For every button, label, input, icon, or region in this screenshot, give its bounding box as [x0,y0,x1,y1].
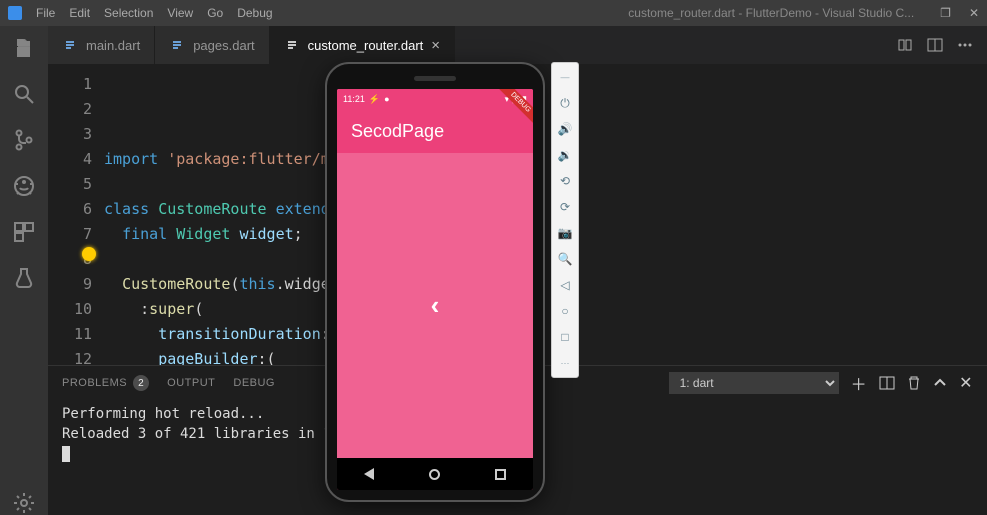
panel-tab-problems[interactable]: Problems 2 [62,375,149,391]
source-control-icon[interactable] [12,128,36,152]
emu-minimize-icon[interactable]: — [557,69,573,85]
line-number: 9 [48,272,92,297]
lightbulb-icon[interactable] [82,247,96,261]
dart-file-icon [62,37,78,53]
window-close-icon[interactable]: ✕ [969,6,979,20]
vscode-logo-icon [8,6,22,20]
terminal-selector[interactable]: 1: dart [669,372,839,394]
app-bar-title: SecodPage [351,121,444,142]
menu-edit[interactable]: Edit [69,6,90,20]
status-time: 11:21 [343,94,365,105]
emulator-screen[interactable]: DEBUG 11:21 ⚡ ● ▾ ◢ ▮ SecodPage ‹ [337,89,533,490]
emu-volume-down-icon[interactable]: 🔉 [557,147,573,163]
window-title: custome_router.dart - FlutterDemo - Visu… [628,6,914,20]
line-number: 3 [48,122,92,147]
menu-view[interactable]: View [167,6,193,20]
line-number: 7 [48,222,92,247]
search-icon[interactable] [12,82,36,106]
terminal-cursor [62,446,70,462]
emu-screenshot-icon[interactable]: 📷 [557,225,573,241]
emu-overview-icon[interactable]: □ [557,329,573,345]
status-dot-icon: ● [384,94,389,105]
extensions-icon[interactable] [12,220,36,244]
emulator-toolbar: — ⏻ 🔊 🔉 ⟲ ⟳ 📷 🔍 ◁ ○ □ ⋯ [551,62,579,378]
new-terminal-icon[interactable]: ＋ [851,371,868,395]
tab-pages-dart[interactable]: pages.dart [155,26,269,64]
emu-zoom-icon[interactable]: 🔍 [557,251,573,267]
emu-back-icon[interactable]: ◁ [557,277,573,293]
activity-bar [0,26,48,515]
editor-tabs: main.dart pages.dart custome_router.dart… [48,26,987,64]
problems-count-badge: 2 [133,375,149,391]
menu-selection[interactable]: Selection [104,6,153,20]
line-number: 10 [48,297,92,322]
dart-file-icon [169,37,185,53]
line-number: 6 [48,197,92,222]
close-icon[interactable]: × [431,37,440,54]
maximize-panel-icon[interactable] [933,376,947,390]
tab-label: main.dart [86,38,140,53]
split-editor-icon[interactable] [927,37,943,53]
test-icon[interactable] [12,266,36,290]
status-bolt-icon: ⚡ [369,94,380,105]
earpiece-icon [414,76,456,81]
android-emulator: DEBUG 11:21 ⚡ ● ▾ ◢ ▮ SecodPage ‹ [325,62,593,502]
emulator-device-frame: DEBUG 11:21 ⚡ ● ▾ ◢ ▮ SecodPage ‹ [325,62,545,502]
more-icon[interactable] [957,37,973,53]
chevron-left-icon[interactable]: ‹ [431,290,440,321]
line-number: 11 [48,322,92,347]
android-nav-bar [337,458,533,490]
explorer-icon[interactable] [12,36,36,60]
close-panel-icon[interactable]: ✕ [959,373,973,393]
nav-home-icon[interactable] [429,469,440,480]
tab-label: pages.dart [193,38,254,53]
app-bar: SecodPage [337,109,533,153]
line-number: 5 [48,172,92,197]
kill-terminal-icon[interactable] [907,375,921,391]
panel-tab-output[interactable]: Output [167,377,215,389]
menu-file[interactable]: File [36,6,55,20]
line-number: 2 [48,97,92,122]
emu-power-icon[interactable]: ⏻ [557,95,573,111]
line-number: 4 [48,147,92,172]
nav-back-icon[interactable] [364,468,374,480]
emu-rotate-right-icon[interactable]: ⟳ [557,199,573,215]
emu-more-icon[interactable]: ⋯ [557,355,573,371]
panel-tab-debug-console[interactable]: Debug [233,377,275,389]
menu-debug[interactable]: Debug [237,6,272,20]
line-number: 1 [48,72,92,97]
compare-changes-icon[interactable] [897,37,913,53]
settings-gear-icon[interactable] [12,491,36,515]
split-terminal-icon[interactable] [879,375,895,391]
nav-recent-icon[interactable] [495,469,506,480]
window-restore-icon[interactable]: ❐ [940,6,951,20]
emu-home-icon[interactable]: ○ [557,303,573,319]
menu-go[interactable]: Go [207,6,223,20]
line-number: 12 [48,347,92,365]
tab-label: custome_router.dart [308,38,424,53]
tab-main-dart[interactable]: main.dart [48,26,155,64]
emu-volume-up-icon[interactable]: 🔊 [557,121,573,137]
menubar: File Edit Selection View Go Debug custom… [0,0,987,26]
line-number-gutter: 123456789101112 [48,64,104,365]
debug-icon[interactable] [12,174,36,198]
dart-file-icon [284,37,300,53]
emu-rotate-left-icon[interactable]: ⟲ [557,173,573,189]
tab-custome-router-dart[interactable]: custome_router.dart × [270,26,455,64]
